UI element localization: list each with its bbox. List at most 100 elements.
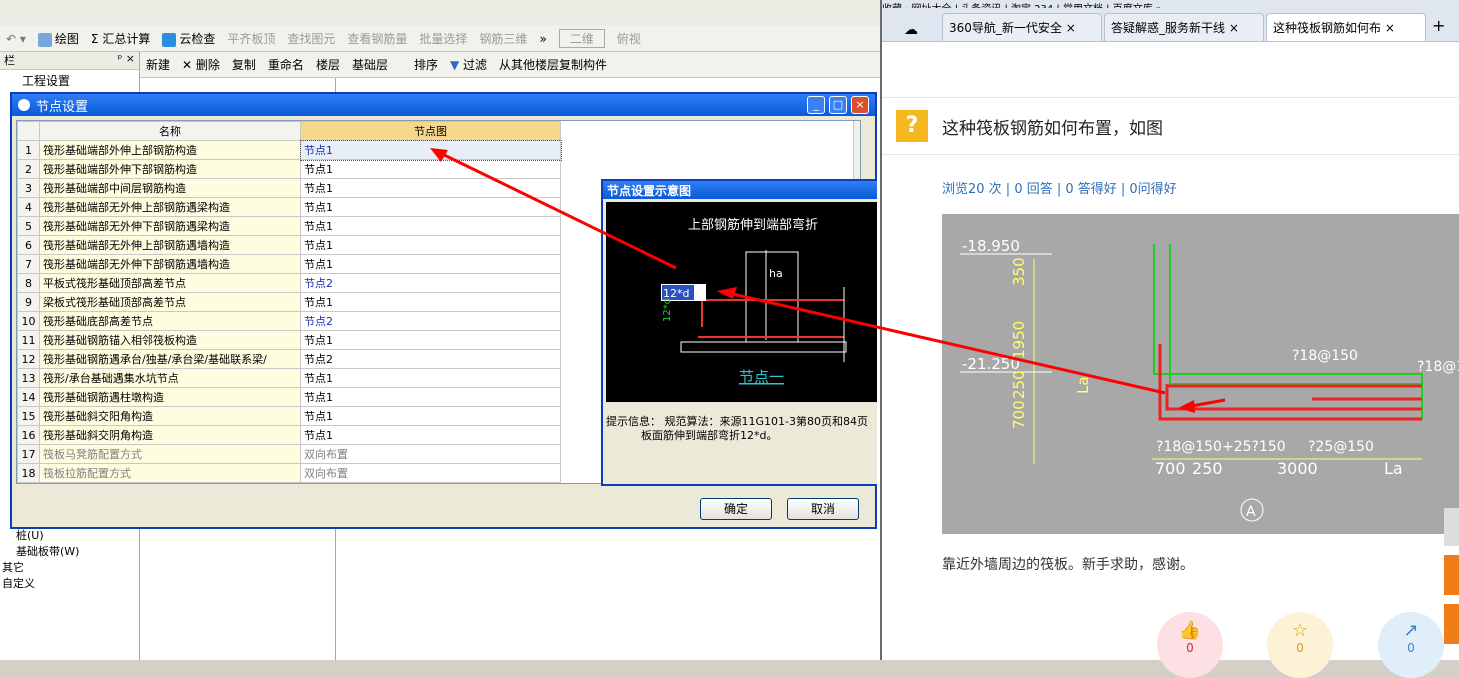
floor-label: 楼层 <box>315 58 340 72</box>
table-row[interactable]: 8 平板式筏形基础顶部高差节点 节点2 <box>17 273 561 293</box>
node-value-cell[interactable]: 节点1 <box>299 139 562 161</box>
new-tab-icon[interactable]: + <box>1428 10 1449 41</box>
view-rebar-button[interactable]: 查看钢筋量 <box>347 30 407 47</box>
node-value-cell[interactable]: 节点2 <box>300 349 561 369</box>
like-button[interactable]: 👍 0 <box>1157 612 1223 678</box>
tab-qa[interactable]: 答疑解惑_服务新干线 × <box>1104 13 1264 41</box>
delete-icon: ✕ <box>182 58 196 72</box>
find-element-button[interactable]: 查找图元 <box>287 30 335 47</box>
copy-from-floor-button[interactable]: 从其他楼层复制构件 <box>499 56 607 73</box>
new-button[interactable]: 新建 <box>146 56 170 73</box>
tab-current-question[interactable]: 这种筏板钢筋如何布 × <box>1266 13 1426 41</box>
tree-item[interactable]: 基础板带(W) <box>2 544 79 560</box>
tab-360-nav[interactable]: 360导航_新一代安全 × <box>942 13 1102 41</box>
table-row[interactable]: 17 筏板马凳筋配置方式 双向布置 <box>17 444 561 464</box>
favorite-button[interactable]: ☆ 0 <box>1267 612 1333 678</box>
table-row[interactable]: 11 筏形基础钢筋锚入相邻筏板构造 节点1 <box>17 330 561 350</box>
cloud-icon[interactable]: ☁ <box>904 22 918 38</box>
table-row[interactable]: 16 筏形基础斜交阴角构造 节点1 <box>17 425 561 445</box>
table-row[interactable]: 9 梁板式筏形基础顶部高差节点 节点1 <box>17 292 561 312</box>
side-float-button[interactable] <box>1444 555 1459 595</box>
node-value-cell[interactable]: 节点1 <box>300 330 561 350</box>
node-value-cell[interactable]: 双向布置 <box>300 463 561 483</box>
rebar-3d-button[interactable]: 钢筋三维 <box>479 30 527 47</box>
sigma-icon: Σ <box>90 32 103 46</box>
node-value-cell[interactable]: 双向布置 <box>300 444 561 464</box>
table-row[interactable]: 13 筏形/承台基础遇集水坑节点 节点1 <box>17 368 561 388</box>
name-column-header: 名称 <box>39 121 301 141</box>
node-value-cell[interactable]: 节点1 <box>300 387 561 407</box>
node-value-cell[interactable]: 节点1 <box>300 292 561 312</box>
main-toolbar: ↶ ▾ 绘图 Σ 汇总计算 云检查 平齐板顶 查找图元 查看钢筋量 批量选择 钢… <box>0 26 880 52</box>
view-2d-select[interactable]: 二维 <box>558 29 605 48</box>
dialog-app-icon <box>18 99 30 111</box>
node-value-cell[interactable]: 节点1 <box>300 254 561 274</box>
table-row[interactable]: 18 筏板拉筋配置方式 双向布置 <box>17 463 561 483</box>
table-row[interactable]: 10 筏形基础底部高差节点 节点2 <box>17 311 561 331</box>
table-row[interactable]: 12 筏形基础钢筋遇承台/独基/承台梁/基础联系梁/节点2 <box>17 349 561 369</box>
sort-button[interactable]: 排序 <box>414 56 438 73</box>
node-value-cell[interactable]: 节点1 <box>300 159 561 179</box>
table-row[interactable]: 1 筏形基础端部外伸上部钢筋构造 节点1 <box>17 139 562 161</box>
ok-button[interactable]: 确定 <box>700 498 772 520</box>
node-value-cell[interactable]: 节点1 <box>300 197 561 217</box>
copy-button[interactable]: 复制 <box>232 56 256 73</box>
floor-select[interactable]: 基础层 <box>352 56 402 73</box>
schematic-drawing: 上部钢筋伸到端部弯折 ha 12*d 12*d 节点一 <box>606 202 877 402</box>
align-top-button[interactable]: 平齐板顶 <box>227 30 275 47</box>
rebar-node-diagram: 上部钢筋伸到端部弯折 ha 12*d 12*d 节点一 <box>661 217 847 386</box>
node-value-cell[interactable]: 节点1 <box>300 368 561 388</box>
top-view-select[interactable]: 俯视 <box>617 30 641 47</box>
delete-button[interactable]: ✕ 删除 <box>182 56 220 73</box>
side-float-button[interactable] <box>1444 604 1459 644</box>
dialog-title: 节点设置 <box>36 99 89 115</box>
question-image[interactable]: -18.950 -21.250 350 1950 250 700 La ?18@… <box>942 214 1459 534</box>
cloud-check-button[interactable]: 云检查 <box>162 30 215 47</box>
filter-button[interactable]: ▼ 过滤 <box>450 56 487 73</box>
table-row[interactable]: 7 筏形基础端部无外伸下部钢筋遇墙构造 节点1 <box>17 254 561 274</box>
title-strip <box>0 0 880 26</box>
question-header: ? 这种筏板钢筋如何布置，如图 <box>896 110 1163 142</box>
calculate-button[interactable]: Σ 汇总计算 <box>91 30 150 47</box>
node-value-cell[interactable]: 节点1 <box>300 235 561 255</box>
undo-icon[interactable]: ↶ ▾ <box>6 32 26 46</box>
toolbar-overflow-icon[interactable]: » <box>539 32 546 46</box>
table-row[interactable]: 5 筏形基础端部无外伸下部钢筋遇梁构造 节点1 <box>17 216 561 236</box>
row-number: 13 <box>17 368 40 388</box>
node-name-cell: 筏形基础端部中间层钢筋构造 <box>39 178 301 198</box>
table-row[interactable]: 3 筏形基础端部中间层钢筋构造 节点1 <box>17 178 561 198</box>
table-row[interactable]: 2 筏形基础端部外伸下部钢筋构造 节点1 <box>17 159 561 179</box>
table-row[interactable]: 15 筏形基础斜交阳角构造 节点1 <box>17 406 561 426</box>
side-float-button[interactable] <box>1444 508 1459 546</box>
node-value-cell[interactable]: 节点1 <box>300 425 561 445</box>
minimize-icon[interactable]: _ <box>807 96 825 114</box>
row-number: 14 <box>17 387 40 407</box>
node-name-cell: 梁板式筏形基础顶部高差节点 <box>39 292 301 312</box>
tree-item[interactable]: 桩(U) <box>2 528 79 544</box>
tree-item[interactable]: 其它 <box>2 560 79 576</box>
batch-select-button[interactable]: 批量选择 <box>419 30 467 47</box>
table-header-row: 名称 节点图 <box>17 121 561 141</box>
node-value-cell[interactable]: 节点1 <box>300 216 561 236</box>
schematic-title: 节点设置示意图 <box>603 181 877 199</box>
dimension-label: La <box>1074 376 1092 394</box>
pin-close-icon[interactable]: ᵖ × <box>118 52 135 69</box>
project-settings[interactable]: 工程设置 <box>0 70 139 91</box>
thumb-up-icon: 👍 <box>1178 620 1202 641</box>
divider <box>882 154 1459 155</box>
tree-item[interactable]: 自定义 <box>2 576 79 592</box>
share-button[interactable]: ↗ 0 <box>1378 612 1444 678</box>
node-value-cell[interactable]: 节点2 <box>300 311 561 331</box>
close-icon[interactable]: × <box>851 96 869 114</box>
node-value-cell[interactable]: 节点2 <box>300 273 561 293</box>
node-value-cell[interactable]: 节点1 <box>300 178 561 198</box>
table-row[interactable]: 4 筏形基础端部无外伸上部钢筋遇梁构造 节点1 <box>17 197 561 217</box>
row-number: 8 <box>17 273 40 293</box>
maximize-icon[interactable]: □ <box>829 96 847 114</box>
rename-button[interactable]: 重命名 <box>268 56 304 73</box>
node-value-cell[interactable]: 节点1 <box>300 406 561 426</box>
cancel-button[interactable]: 取消 <box>787 498 859 520</box>
table-row[interactable]: 6 筏形基础端部无外伸上部钢筋遇墙构造 节点1 <box>17 235 561 255</box>
draw-button[interactable]: 绘图 <box>37 30 79 47</box>
table-row[interactable]: 14 筏形基础钢筋遇柱墩构造 节点1 <box>17 387 561 407</box>
